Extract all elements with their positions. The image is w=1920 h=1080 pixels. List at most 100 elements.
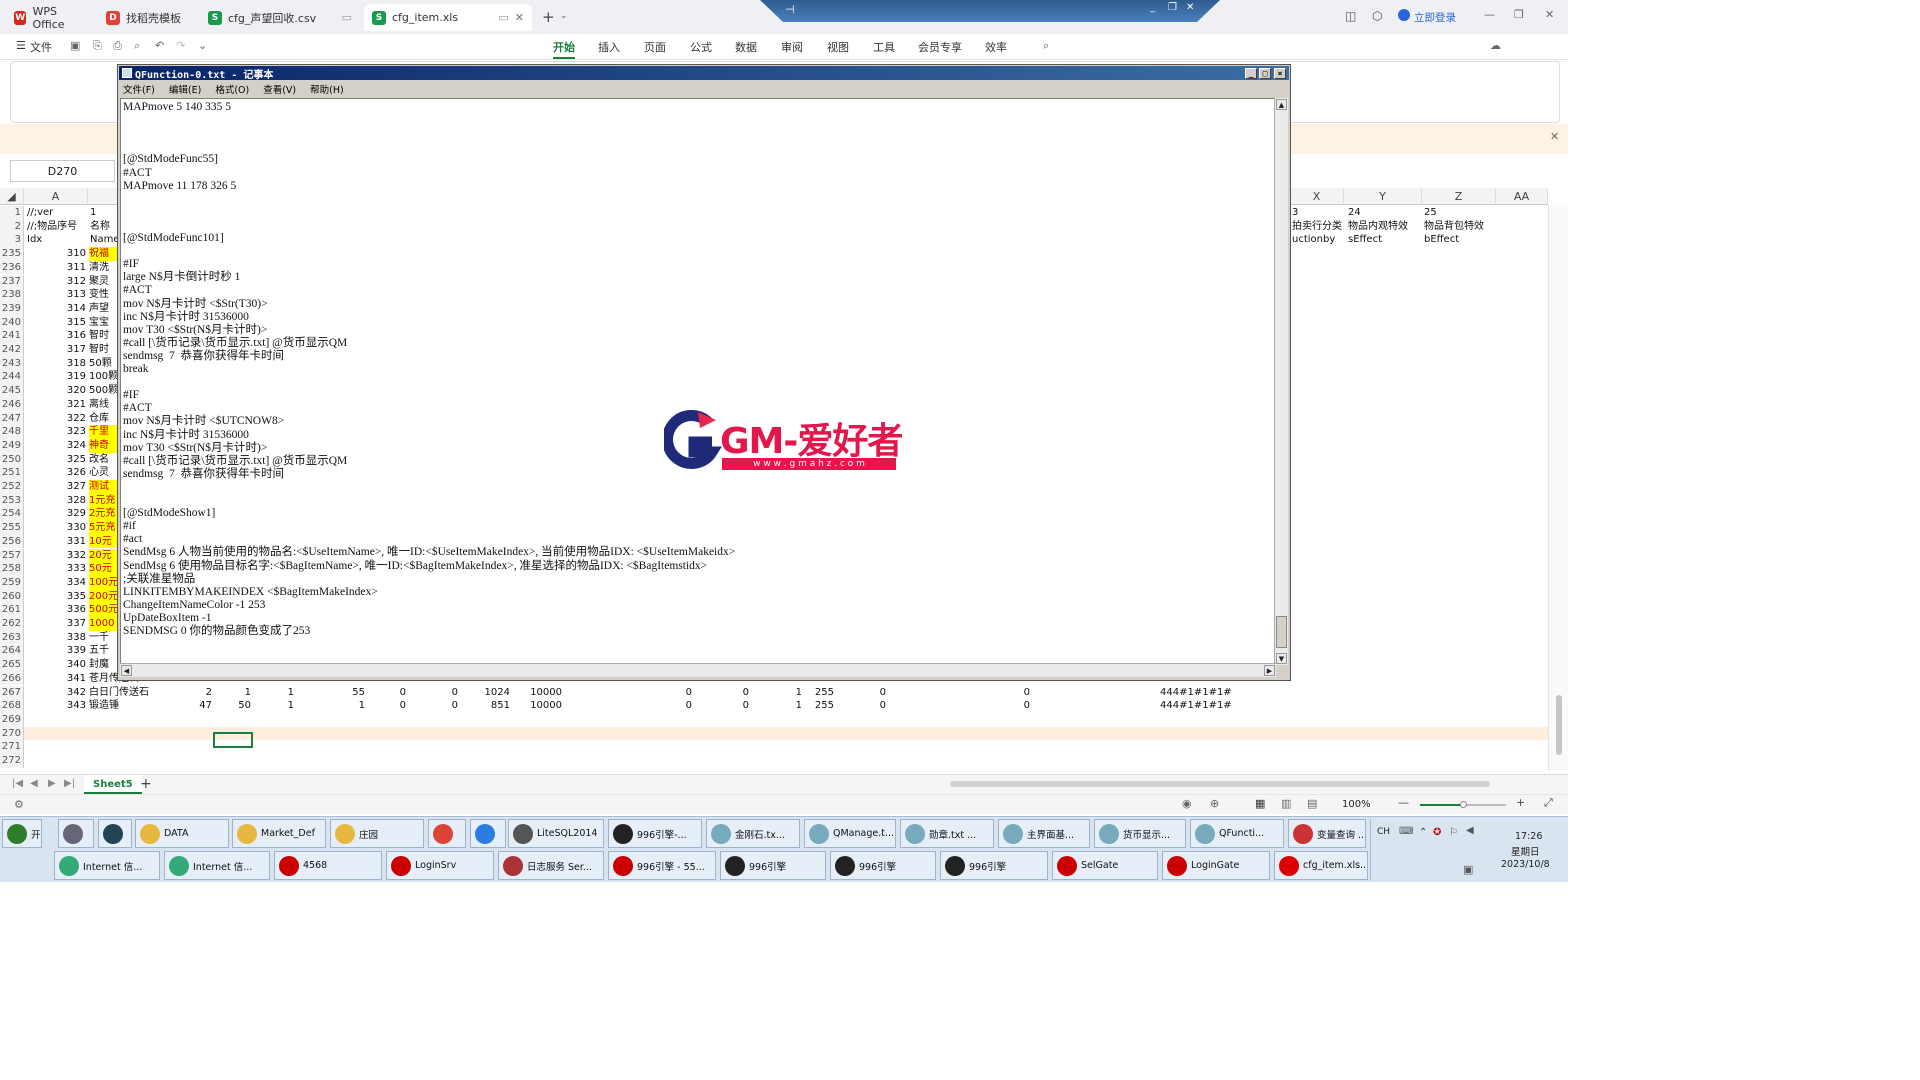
undo-icon[interactable]: ↶ — [155, 39, 164, 52]
menu-help[interactable]: 帮助(H) — [310, 82, 344, 96]
zoom-slider-thumb[interactable] — [1460, 801, 1467, 808]
header-cell[interactable]: 物品内观特效 — [1348, 220, 1422, 234]
taskbar-button[interactable]: 996引擎 — [940, 851, 1048, 880]
vertical-scrollbar[interactable] — [1548, 205, 1568, 771]
row-number[interactable]: 269 — [0, 712, 24, 727]
column-header-z[interactable]: Z — [1422, 188, 1496, 205]
name-cell[interactable]: 智时 — [89, 329, 117, 343]
idx-cell[interactable]: 326 — [24, 466, 86, 480]
data-cell[interactable]: 1 — [252, 699, 294, 713]
name-box[interactable]: D270 — [10, 160, 115, 182]
header-cell[interactable]: 1 — [90, 206, 118, 220]
name-cell[interactable]: 五千 — [89, 644, 117, 658]
pin-icon[interactable]: ⊣ — [785, 3, 795, 16]
name-cell[interactable]: 100元 — [89, 575, 117, 590]
data-cell[interactable]: 0 — [408, 699, 458, 713]
horizontal-scrollbar[interactable] — [950, 781, 1490, 787]
row-number[interactable]: 267 — [0, 685, 24, 700]
idx-cell[interactable]: 323 — [24, 425, 86, 439]
header-cell[interactable]: 物品背包特效 — [1424, 220, 1494, 234]
save-icon[interactable]: ▣ — [70, 39, 80, 52]
row-number[interactable]: 259 — [0, 575, 24, 590]
idx-cell[interactable]: 310 — [24, 247, 86, 261]
tab-page[interactable]: 页面 — [644, 39, 666, 55]
column-header-x[interactable]: X — [1290, 188, 1344, 205]
data-cell[interactable]: 341 — [24, 672, 86, 686]
header-cell[interactable]: 25 — [1424, 206, 1494, 220]
close-icon[interactable]: ✕ — [515, 11, 524, 24]
row-number[interactable]: 253 — [0, 493, 24, 508]
network-icon[interactable]: ▣ — [1463, 863, 1473, 876]
fullscreen-icon[interactable]: ⤢ — [1544, 796, 1553, 810]
name-cell[interactable]: 声望 — [89, 302, 117, 316]
row-number[interactable]: 255 — [0, 521, 24, 535]
header-cell[interactable]: Name — [90, 233, 118, 247]
data-cell[interactable]: 0 — [366, 686, 406, 700]
data-cell[interactable]: 255 — [804, 699, 834, 713]
tab-insert[interactable]: 插入 — [598, 39, 620, 55]
row-number[interactable]: 261 — [0, 603, 24, 617]
chevron-down-icon[interactable]: ⌄ — [560, 11, 568, 21]
zoom-level[interactable]: 100% — [1342, 799, 1371, 810]
cloud-icon[interactable]: ☁ — [1490, 39, 1501, 52]
data-cell[interactable]: 851 — [460, 699, 510, 713]
cube-icon[interactable]: ⬡ — [1372, 9, 1382, 23]
taskbar-button[interactable] — [58, 819, 94, 848]
keyboard-icon[interactable]: ⌨ — [1399, 826, 1413, 837]
add-sheet-icon[interactable]: + — [140, 776, 152, 792]
page-layout-icon[interactable]: ▥ — [1281, 797, 1291, 810]
taskbar-button[interactable]: 996引擎 — [720, 851, 826, 880]
notepad-vertical-scrollbar[interactable]: ▲ ▼ — [1274, 98, 1288, 665]
active-cell[interactable] — [213, 732, 253, 748]
maximize-button[interactable]: □ — [1259, 68, 1271, 79]
new-tab-icon[interactable]: + — [542, 8, 555, 26]
name-cell[interactable]: 清洗 — [89, 261, 117, 275]
row-number[interactable]: 256 — [0, 534, 24, 549]
header-cell[interactable]: 拍卖行分类 — [1292, 220, 1344, 234]
row-number[interactable]: 244 — [0, 370, 24, 385]
name-cell[interactable]: 50元 — [89, 562, 117, 576]
idx-cell[interactable]: 327 — [24, 480, 86, 494]
taskbar-button[interactable]: 主界面基... — [998, 819, 1090, 848]
name-cell[interactable]: 20元 — [89, 548, 117, 563]
data-cell[interactable]: 255 — [804, 686, 834, 700]
row-number[interactable]: 266 — [0, 671, 24, 686]
taskbar-button[interactable]: QFuncti... — [1190, 819, 1284, 848]
taskbar-button[interactable]: Internet 信... — [164, 851, 270, 880]
taskbar-button[interactable]: 4568 — [274, 851, 382, 880]
name-cell[interactable]: 封魔 — [89, 658, 117, 672]
zoom-slider[interactable] — [1420, 801, 1506, 808]
header-cell[interactable]: 3 — [1292, 206, 1344, 220]
name-cell[interactable]: 神奇 — [89, 438, 117, 453]
idx-cell[interactable]: 325 — [24, 453, 86, 467]
row-number[interactable]: 254 — [0, 507, 24, 522]
minimize-icon[interactable]: _ — [1150, 2, 1155, 13]
data-cell[interactable]: 343 — [24, 699, 86, 713]
layout-icon[interactable]: ◫ — [1345, 9, 1356, 23]
prev-sheet-icon[interactable]: ◀ — [30, 778, 38, 789]
data-cell[interactable]: 0 — [695, 686, 749, 700]
tab-home[interactable]: 开始 — [553, 39, 575, 59]
data-cell[interactable]: 342 — [24, 686, 86, 700]
data-cell[interactable]: 2 — [162, 686, 212, 700]
row-number[interactable]: 264 — [0, 644, 24, 659]
name-cell[interactable]: 1000 — [89, 617, 117, 631]
row-number[interactable]: 237 — [0, 274, 24, 289]
row-number[interactable]: 247 — [0, 411, 24, 426]
scroll-left-icon[interactable]: ◀ — [121, 665, 132, 676]
idx-cell[interactable]: 333 — [24, 562, 86, 576]
taskbar-button[interactable]: 庄园 — [330, 819, 424, 848]
data-cell[interactable]: 0 — [840, 686, 886, 700]
notepad-title-bar[interactable]: QFunction-0.txt - 记事本 _ □ × — [119, 66, 1289, 81]
login-link[interactable]: 立即登录 — [1414, 10, 1456, 25]
row-number[interactable]: 265 — [0, 658, 24, 672]
minimize-button[interactable]: _ — [1245, 68, 1257, 79]
tab-docer[interactable]: D 找稻壳模板 — [98, 4, 198, 31]
taskbar-button[interactable]: Internet 信... — [54, 851, 160, 880]
header-cell[interactable]: sEffect — [1348, 233, 1422, 247]
name-cell[interactable]: 离线 — [89, 398, 117, 412]
tray-expand-icon[interactable]: ⌃ — [1419, 827, 1427, 838]
pin-icon[interactable]: ▭ — [342, 11, 352, 24]
row-number[interactable]: 257 — [0, 548, 24, 563]
taskbar-button[interactable]: 996引擎 — [830, 851, 936, 880]
